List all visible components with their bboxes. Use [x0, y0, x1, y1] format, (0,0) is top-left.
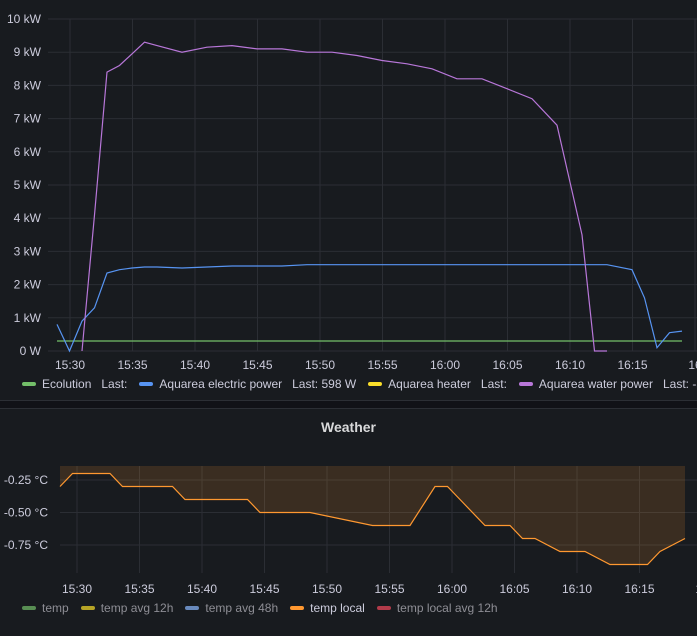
dashboard: 0 W 1 kW 2 kW 3 kW 4 kW 5 kW 6 kW 7 kW 8 kW 9 kW 1…	[0, 0, 697, 636]
legend-item[interactable]: temp avg 12h	[80, 601, 174, 615]
legend-stat: Last:	[480, 377, 507, 391]
series-line-aquarea-electric-power[interactable]	[56, 264, 683, 353]
legend-swatch	[139, 382, 154, 386]
x-tick-label: 15:30	[55, 358, 85, 372]
power-legend: Ecolution Last: Aquarea electric power Last…	[22, 377, 697, 391]
legend-label: Aquarea heater	[388, 377, 471, 391]
legend-item[interactable]: temp local avg 12h	[376, 601, 498, 615]
x-tick-label: 15:45	[249, 582, 279, 596]
legend-swatch	[290, 606, 305, 610]
legend-swatch	[185, 606, 200, 610]
x-tick-label: 15:50	[312, 582, 342, 596]
x-tick-label: 15:45	[242, 358, 272, 372]
y-tick-label: -0.25 °C	[4, 473, 48, 487]
legend-item[interactable]: Aquarea water power Last: -3.	[518, 377, 697, 391]
power-panel: 0 W 1 kW 2 kW 3 kW 4 kW 5 kW 6 kW 7 kW 8 kW 9 kW 1…	[0, 0, 697, 401]
series-line-aquarea-water-power[interactable]	[81, 41, 607, 352]
y-tick-label: -0.50 °C	[4, 506, 48, 520]
x-tick-label: 15:55	[374, 582, 404, 596]
legend-swatch	[518, 382, 533, 386]
legend-item[interactable]: Ecolution Last:	[22, 377, 127, 391]
legend-label: temp	[42, 601, 69, 615]
y-tick-label: 5 kW	[14, 178, 42, 192]
legend-item[interactable]: temp	[22, 601, 69, 615]
series-area-temp-local	[60, 466, 685, 565]
y-tick-label: 1 kW	[14, 311, 42, 325]
x-tick-label: 16:05	[499, 582, 529, 596]
y-tick-label: 9 kW	[14, 45, 42, 59]
legend-swatch	[80, 606, 95, 610]
power-chart[interactable]: 0 W 1 kW 2 kW 3 kW 4 kW 5 kW 6 kW 7 kW 8 kW 9 kW 1…	[0, 0, 697, 372]
x-tick-label: 16:10	[555, 358, 585, 372]
y-tick-label: 4 kW	[14, 211, 42, 225]
legend-swatch	[22, 606, 36, 610]
x-tick-label: 16:00	[430, 358, 460, 372]
x-tick-label: 15:30	[62, 582, 92, 596]
legend-swatch	[368, 382, 383, 386]
legend-label: temp local	[310, 601, 365, 615]
x-tick-label: 16:00	[437, 582, 467, 596]
legend-label: Aquarea water power	[538, 377, 653, 391]
x-tick-label: 15:40	[180, 358, 210, 372]
x-tick-label: 15:50	[305, 358, 335, 372]
y-tick-label: 0 W	[20, 344, 42, 358]
x-tick-label: 16:05	[492, 358, 522, 372]
y-tick-label: -0.75 °C	[4, 538, 48, 552]
legend-stat: Last: -3.	[662, 377, 697, 391]
legend-swatch	[22, 382, 36, 386]
legend-stat: Last:	[101, 377, 128, 391]
legend-swatch	[376, 606, 391, 610]
weather-legend: temp temp avg 12h temp avg 48h temp local te…	[22, 601, 498, 615]
x-tick-label: 15:35	[117, 358, 147, 372]
legend-label: temp local avg 12h	[396, 601, 498, 615]
x-tick-label: 16	[688, 358, 697, 372]
weather-chart[interactable]: -0.25 °C -0.50 °C -0.75 °C 15:30 15:35 15:40 1…	[0, 408, 697, 608]
legend-label: Ecolution	[42, 377, 92, 391]
legend-item[interactable]: temp local	[290, 601, 365, 615]
y-tick-label: 6 kW	[14, 145, 42, 159]
legend-item[interactable]: Aquarea electric power Last: 598 W	[139, 377, 356, 391]
legend-label: temp avg 48h	[205, 601, 279, 615]
legend-item[interactable]: temp avg 48h	[185, 601, 278, 615]
x-tick-label: 16:15	[617, 358, 647, 372]
x-tick-label: 16:10	[562, 582, 592, 596]
x-tick-label: 15:40	[187, 582, 217, 596]
legend-label: Aquarea electric power	[159, 377, 283, 391]
y-tick-label: 2 kW	[14, 278, 42, 292]
x-tick-label: 16:15	[624, 582, 654, 596]
x-tick-label: 15:55	[367, 358, 397, 372]
y-tick-label: 8 kW	[14, 78, 42, 92]
y-tick-label: 3 kW	[14, 244, 42, 258]
y-tick-label: 7 kW	[14, 112, 42, 126]
legend-stat: Last: 598 W	[292, 377, 357, 391]
legend-item[interactable]: Aquarea heater Last:	[368, 377, 507, 391]
legend-label: temp avg 12h	[100, 601, 174, 615]
y-tick-label: 10 kW	[7, 12, 42, 26]
x-tick-label: 15:35	[124, 582, 154, 596]
